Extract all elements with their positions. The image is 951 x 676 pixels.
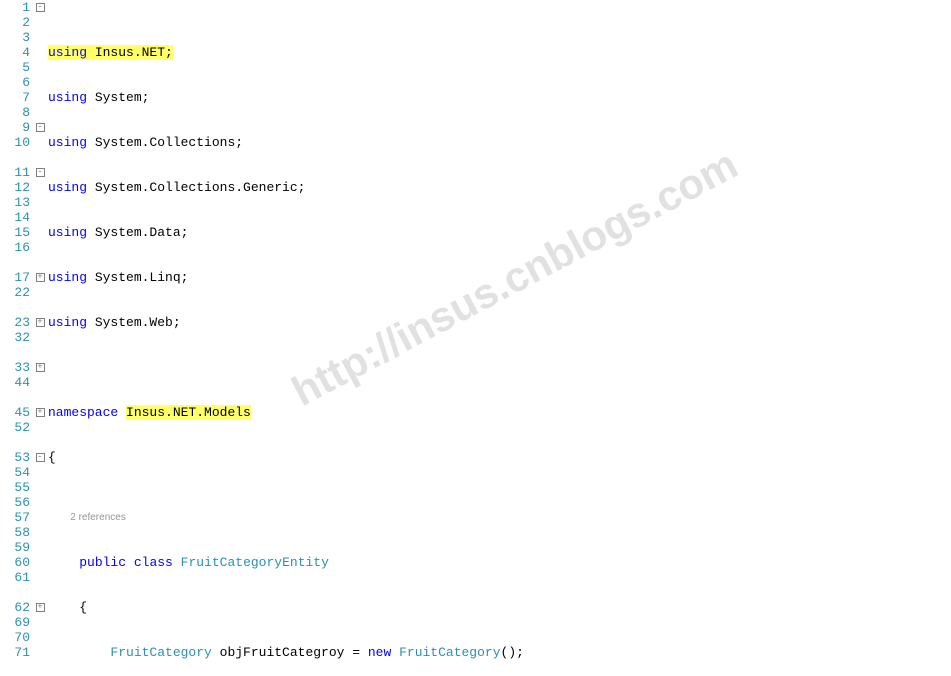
fold-icon[interactable]: -	[36, 453, 45, 462]
fold-icon[interactable]: +	[36, 273, 45, 282]
fold-icon[interactable]: +	[36, 408, 45, 417]
fold-icon[interactable]: -	[36, 168, 45, 177]
code-line[interactable]: using Insus.NET;	[48, 45, 951, 60]
code-line[interactable]: public class FruitCategoryEntity	[48, 555, 951, 570]
fold-icon[interactable]: +	[36, 318, 45, 327]
line-number-gutter: 1 2 3 4 5 6 7 8 9 10 11 12 13 14 15 16 1…	[0, 0, 34, 676]
fold-gutter: - - - + + + + -	[34, 0, 46, 676]
fold-icon[interactable]: +	[36, 363, 45, 372]
code-line[interactable]	[48, 360, 951, 375]
code-line[interactable]: using System.Collections.Generic;	[48, 180, 951, 195]
code-line[interactable]: {	[48, 600, 951, 615]
code-line[interactable]: {	[48, 450, 951, 465]
code-line[interactable]: using System.Collections;	[48, 135, 951, 150]
fold-icon[interactable]: +	[36, 603, 45, 612]
fold-icon[interactable]: -	[36, 123, 45, 132]
code-line[interactable]: namespace Insus.NET.Models	[48, 405, 951, 420]
code-editor[interactable]: 1 2 3 4 5 6 7 8 9 10 11 12 13 14 15 16 1…	[0, 0, 951, 676]
codelens-references[interactable]: 2 references	[48, 510, 951, 525]
fold-icon[interactable]: -	[36, 3, 45, 12]
code-line[interactable]: FruitCategory objFruitCategroy = new Fru…	[48, 645, 951, 660]
code-line[interactable]: using System.Linq;	[48, 270, 951, 285]
code-line[interactable]: using System.Web;	[48, 315, 951, 330]
code-line[interactable]: using System.Data;	[48, 225, 951, 240]
code-line[interactable]: using System;	[48, 90, 951, 105]
code-area[interactable]: using Insus.NET; using System; using Sys…	[46, 0, 951, 676]
